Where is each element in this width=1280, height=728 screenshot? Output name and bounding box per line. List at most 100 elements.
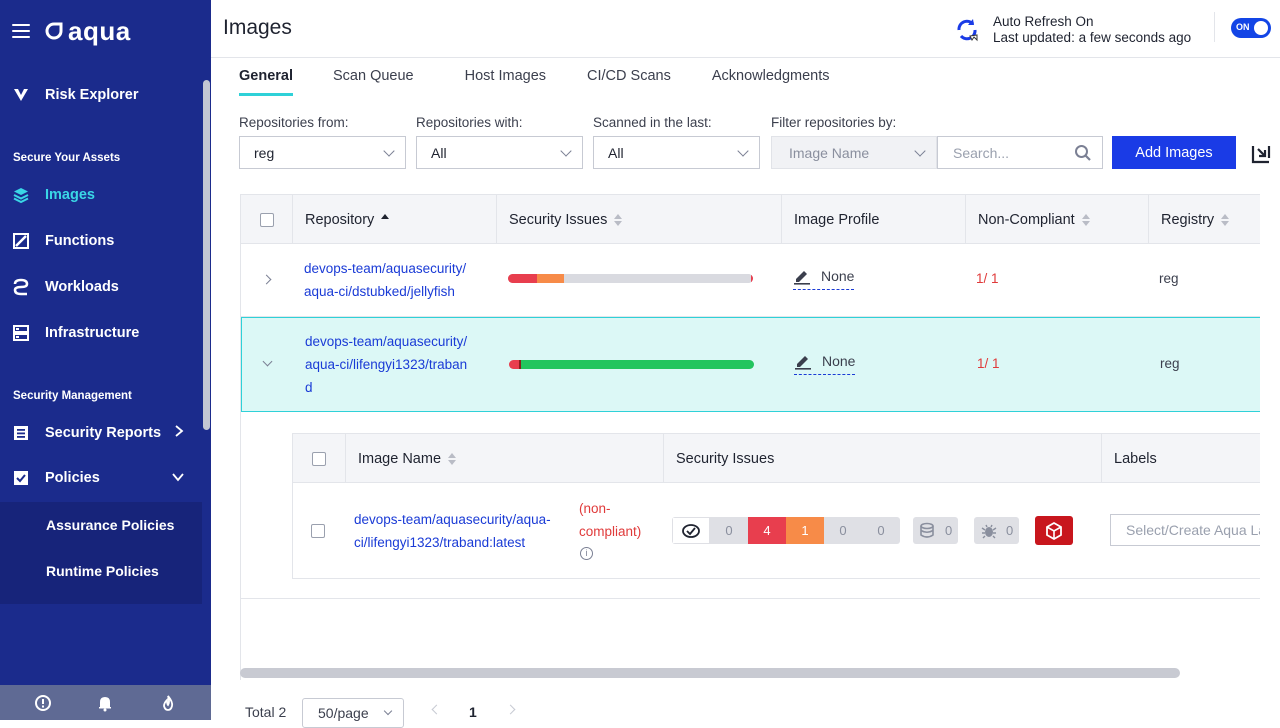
column-non-compliant[interactable]: Non-Compliant [965,195,1148,244]
sidebar-footer [0,685,211,720]
add-images-button[interactable]: Add Images [1112,136,1236,169]
label-select[interactable]: Select/Create Aqua Label [1110,514,1260,546]
header-divider [1214,12,1215,42]
search-icon[interactable] [1074,144,1092,162]
column-security-issues[interactable]: Security Issues [496,195,781,244]
security-issues-bar [509,360,754,369]
sidebar-item-workloads[interactable]: Workloads [12,275,119,299]
refresh-text: Auto Refresh On Last updated: a few seco… [993,14,1191,46]
profile-value: None [822,353,856,369]
column-label: Non-Compliant [978,211,1075,228]
non-compliant-count: 1/ 1 [977,356,1000,371]
layers-icon [12,186,30,204]
search-input[interactable] [953,144,1073,161]
image-name-link[interactable]: devops-team/aquasecurity/aqua- ci/lifeng… [354,508,551,554]
end-segment [750,274,753,283]
tab-cicd-scans[interactable]: CI/CD Scans [587,68,671,96]
aqua-logo[interactable]: aqua [44,16,131,47]
column-label: Image Name [358,450,442,467]
none-segment [564,274,751,283]
aqua-logo-mark [45,22,63,40]
hamburger-menu-icon[interactable] [12,24,30,38]
next-page-icon[interactable] [505,704,516,715]
page-size-value: 50/page [318,705,369,721]
scanned-in-last-select[interactable]: All [593,136,760,169]
chevron-down-icon [172,470,184,486]
column-labels: Labels [1101,434,1260,483]
sidebar-item-security-reports[interactable]: Security Reports [12,421,192,445]
section-secure-your-assets: Secure Your Assets [13,152,121,164]
collapse-row-icon[interactable] [262,356,273,367]
expand-row-icon[interactable] [261,274,272,285]
page-title: Images [223,16,292,39]
page-header: Images Auto Refresh On Last updated: a f… [211,0,1280,58]
tab-host-images[interactable]: Host Images [465,68,546,96]
page-size-select[interactable]: 50/page [302,698,404,728]
column-image-name[interactable]: Image Name [345,434,663,483]
repositories-from-label: Repositories from: [239,115,349,130]
vulnerability-severity-counts[interactable]: 0 4 1 0 0 [672,517,900,544]
table-row-selected[interactable]: devops-team/aquasecurity/ aqua-ci/lifeng… [241,317,1260,412]
horizontal-scrollbar[interactable] [240,668,1180,678]
refresh-icon[interactable] [953,16,981,44]
bell-icon[interactable] [96,694,114,712]
repositories-with-select[interactable]: All [416,136,583,169]
malware-count[interactable]: 0 [974,517,1020,544]
filter-by-label: Filter repositories by: [771,115,897,130]
policy-icon [12,469,30,487]
sidebar-item-label: Infrastructure [45,325,140,341]
sort-icon[interactable] [1221,213,1230,226]
filter-by-select[interactable]: Image Name [771,136,937,169]
sort-icon[interactable] [381,213,390,226]
image-profile-link[interactable]: None [794,352,856,375]
sidebar-item-label: Policies [45,470,100,486]
repositories-from-select[interactable]: reg [239,136,406,169]
column-label: Image Profile [794,211,880,228]
info-icon[interactable] [34,694,52,712]
sidebar-item-runtime-policies[interactable]: Runtime Policies [46,563,159,579]
subtable-select-all-checkbox[interactable] [312,451,326,466]
sidebar-item-functions[interactable]: Functions [12,229,114,253]
tab-scan-queue[interactable]: Scan Queue [333,68,414,96]
chevron-down-icon [914,145,926,157]
column-repository[interactable]: Repository [292,195,496,244]
chevron-right-icon [174,425,184,441]
select-all-checkbox[interactable] [260,212,274,227]
sidebar-item-risk-explorer[interactable]: Risk Explorer [12,83,139,107]
repository-link[interactable]: devops-team/aquasecurity/ aqua-ci/lifeng… [305,330,467,399]
sidebar-item-label: Images [45,187,95,203]
column-label: Labels [1114,450,1157,467]
sidebar-item-infrastructure[interactable]: Infrastructure [12,321,139,345]
image-name-line: devops-team/aquasecurity/aqua- [354,512,551,527]
export-icon[interactable] [1250,143,1272,165]
repository-link[interactable]: devops-team/aquasecurity/ aqua-ci/dstubk… [304,257,466,303]
column-label: Registry [1161,211,1215,228]
server-icon [12,324,30,342]
table-row[interactable]: devops-team/aquasecurity/ aqua-ci/dstubk… [241,244,1260,317]
image-profile-link[interactable]: None [793,267,855,290]
label-placeholder: Select/Create Aqua Label [1126,522,1260,538]
auto-refresh-toggle[interactable]: ON [1231,18,1271,38]
sensitive-data-count[interactable]: 0 [913,517,959,544]
assurance-status-badge[interactable] [1035,516,1073,545]
last-updated-label: Last updated: a few seconds ago [993,30,1192,45]
tab-general[interactable]: General [239,68,293,96]
sort-icon[interactable] [614,213,623,226]
sidebar-item-images[interactable]: Images [12,183,95,207]
critical-segment [509,360,519,369]
sidebar-item-assurance-policies[interactable]: Assurance Policies [46,517,174,533]
info-icon[interactable]: i [580,547,593,560]
sort-icon[interactable] [448,452,457,465]
sort-icon[interactable] [1081,213,1090,226]
prev-page-icon[interactable] [431,704,442,715]
flame-icon[interactable] [159,694,177,712]
sidebar-item-policies[interactable]: Policies [12,466,192,490]
chevron-down-icon [560,145,572,157]
image-row-checkbox[interactable] [311,524,325,538]
sidebar-scrollbar-thumb[interactable] [203,80,210,430]
image-name-line: ci/lifengyi1323/traband:latest [354,535,526,550]
current-page-number[interactable]: 1 [469,704,477,720]
report-icon [12,424,30,442]
tab-acknowledgments[interactable]: Acknowledgments [712,68,830,96]
column-registry[interactable]: Registry [1148,195,1260,244]
